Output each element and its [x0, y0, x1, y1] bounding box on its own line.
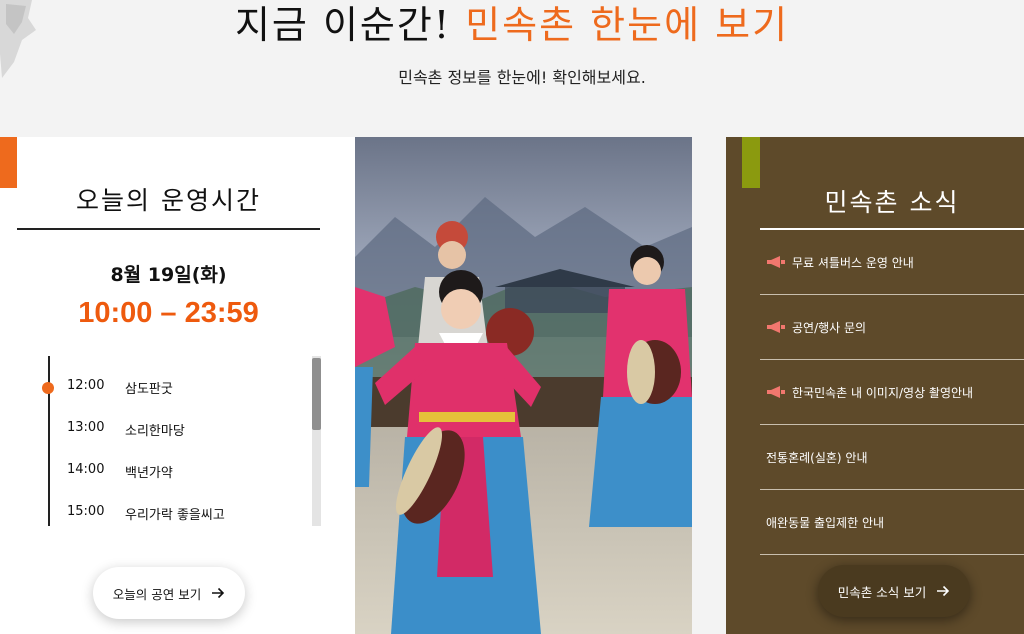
news-list: 무료 셔틀버스 운영 안내 공연/행사 문의 한국민속촌 내 이미지/영상 촬영… — [760, 230, 1024, 555]
panel-accent-tag — [742, 137, 760, 188]
hours-panel-title: 오늘의 운영시간 — [76, 186, 261, 215]
news-item[interactable]: 무료 셔틀버스 운영 안내 — [760, 230, 1024, 295]
arrow-right-icon — [937, 585, 950, 597]
performance-photo — [355, 137, 692, 634]
news-panel-title: 민속촌 소식 — [824, 188, 960, 217]
button-label: 오늘의 공연 보기 — [112, 586, 202, 602]
megaphone-icon — [767, 321, 785, 333]
operating-hours: 10:00 – 23:59 — [78, 297, 259, 329]
view-news-button[interactable]: 민속촌 소식 보기 — [818, 565, 970, 617]
schedule-item: 14:00 백년가약 — [67, 462, 307, 504]
news-panel: 민속촌 소식 무료 셔틀버스 운영 안내 공연/행사 문의 한국민속촌 내 이미… — [726, 137, 1024, 634]
page-title-main: 지금 이순간! — [234, 3, 452, 47]
scrollbar-thumb[interactable] — [312, 358, 321, 430]
schedule-name: 삼도판굿 — [125, 382, 173, 397]
timeline-current-dot — [42, 382, 54, 394]
news-item[interactable]: 공연/행사 문의 — [760, 295, 1024, 360]
schedule-item: 12:00 삼도판굿 — [67, 378, 307, 420]
schedule-item: 13:00 소리한마당 — [67, 420, 307, 462]
news-item-label: 애완동물 출입제한 안내 — [766, 515, 885, 530]
news-item[interactable]: 애완동물 출입제한 안내 — [760, 490, 1024, 555]
news-item-label: 공연/행사 문의 — [792, 320, 867, 335]
news-item-label: 전통혼례(실혼) 안내 — [766, 450, 868, 465]
schedule-scrollbar[interactable] — [312, 356, 321, 526]
schedule-name: 소리한마당 — [125, 424, 185, 439]
news-item[interactable]: 전통혼례(실혼) 안내 — [760, 425, 1024, 490]
button-label: 민속촌 소식 보기 — [837, 584, 927, 600]
today-date: 8월 19일(화) — [110, 264, 227, 286]
title-divider — [17, 228, 320, 230]
operating-hours-panel: 오늘의 운영시간 8월 19일(화) 10:00 – 23:59 12:00 삼… — [0, 137, 355, 634]
page-subtitle: 민속촌 정보를 한눈에! 확인해보세요. — [398, 68, 646, 87]
megaphone-icon — [767, 256, 785, 268]
view-today-performances-button[interactable]: 오늘의 공연 보기 — [93, 567, 245, 619]
arrow-right-icon — [212, 587, 225, 599]
page-title: 지금 이순간! 민속촌 한눈에 보기 — [0, 2, 1024, 48]
schedule-name: 우리가락 좋을씨고 — [125, 508, 225, 523]
news-item-label: 무료 셔틀버스 운영 안내 — [792, 255, 914, 270]
schedule-time: 14:00 — [67, 462, 105, 477]
schedule-time: 12:00 — [67, 378, 105, 393]
megaphone-icon — [767, 386, 785, 398]
performance-schedule-list[interactable]: 12:00 삼도판굿 13:00 소리한마당 14:00 백년가약 15:00 … — [67, 378, 307, 546]
schedule-time: 15:00 — [67, 504, 105, 519]
page-title-accent: 민속촌 한눈에 보기 — [465, 3, 790, 47]
schedule-time: 13:00 — [67, 420, 105, 435]
news-item-label: 한국민속촌 내 이미지/영상 촬영안내 — [792, 385, 974, 400]
news-item[interactable]: 한국민속촌 내 이미지/영상 촬영안내 — [760, 360, 1024, 425]
panel-accent-tag — [0, 137, 17, 188]
schedule-item: 15:00 우리가락 좋을씨고 — [67, 504, 307, 546]
schedule-name: 백년가약 — [125, 466, 173, 481]
